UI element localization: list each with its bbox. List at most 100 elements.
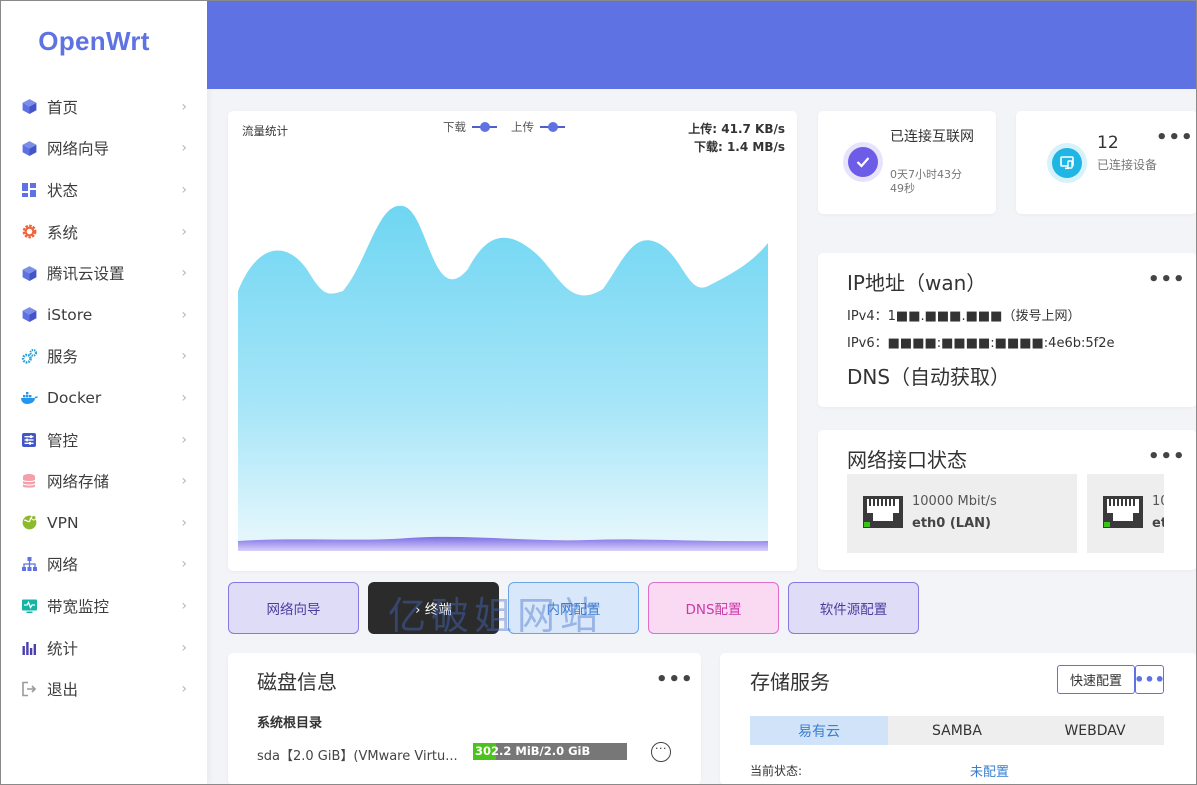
sidebar-item-label: iStore: [47, 305, 93, 324]
sidebar: OpenWrt 首页 › 网络向导 › 状态 › 系统 › 腾讯云设置 › iS…: [1, 1, 207, 784]
gear-icon: [20, 223, 38, 241]
download-area: [238, 205, 768, 551]
sidebar-item-docker[interactable]: Docker ›: [1, 377, 207, 419]
chevron-right-icon: ›: [181, 265, 187, 282]
disk-device-name: sda【2.0 GiB】(VMware Virtu...: [257, 749, 458, 764]
sidebar-item-label: 带宽监控: [47, 597, 110, 616]
ipv4-row: IPv4：1■■.■■■.■■■（拨号上网）: [847, 305, 1080, 324]
traffic-rates: 上传: 41.7 KB/s 下载: 1.4 MB/s: [688, 120, 785, 156]
sidebar-item-services[interactable]: 服务 ›: [1, 336, 207, 378]
status-label: 当前状态:: [750, 764, 803, 778]
traffic-chart: [238, 205, 768, 551]
network-wizard-button[interactable]: 网络向导: [228, 582, 359, 634]
port-speed: 10000 Mbit/s: [912, 494, 997, 509]
ipv4-label: IPv4：: [847, 309, 888, 324]
dns-config-button[interactable]: DNS配置: [648, 582, 779, 634]
sidebar-item-label: 管控: [47, 431, 79, 450]
logout-icon: [20, 680, 38, 698]
sidebar-item-system[interactable]: 系统 ›: [1, 211, 207, 253]
sidebar-item-network[interactable]: 网络 ›: [1, 544, 207, 586]
sidebar-item-bandwidth-monitor[interactable]: 带宽监控 ›: [1, 585, 207, 627]
sidebar-item-logout[interactable]: 退出 ›: [1, 668, 207, 710]
storage-more-button[interactable]: •••: [1134, 665, 1165, 694]
devices-icon: [1052, 148, 1082, 178]
chevron-right-icon: ›: [181, 98, 187, 115]
chevron-right-icon: ›: [181, 597, 187, 614]
sidebar-item-label: 统计: [47, 639, 79, 658]
sidebar-item-label: 网络: [47, 556, 79, 575]
terminal-button[interactable]: › 终端: [368, 582, 499, 634]
storage-tabs: 易有云 SAMBA WEBDAV: [750, 716, 1164, 745]
database-icon: [20, 472, 38, 490]
globe-icon: [20, 514, 38, 532]
sidebar-item-label: 系统: [47, 223, 79, 242]
sidebar-item-label: 腾讯云设置: [47, 265, 125, 284]
cube-icon: [20, 139, 38, 157]
sidebar-item-label: 退出: [47, 681, 79, 700]
lan-config-button[interactable]: 内网配置: [508, 582, 639, 634]
software-source-button[interactable]: 软件源配置: [788, 582, 919, 634]
chevron-right-icon: ›: [181, 556, 187, 573]
sidebar-item-network-wizard[interactable]: 网络向导 ›: [1, 128, 207, 170]
port-name: eth0 (LAN): [912, 516, 991, 531]
download-rate: 下载: 1.4 MB/s: [693, 140, 785, 154]
network-interfaces-card: 网络接口状态 ••• 10000 Mbit/s eth0 (LAN) 10 et: [818, 430, 1197, 570]
more-menu-button[interactable]: •••: [1156, 129, 1194, 147]
more-menu-button[interactable]: •••: [1148, 448, 1186, 466]
uptime-text: 0天7小时43分49秒: [890, 168, 962, 195]
sidebar-item-control[interactable]: 管控 ›: [1, 419, 207, 461]
ip-address-card: IP地址（wan） ••• IPv4：1■■.■■■.■■■（拨号上网） IPv…: [818, 253, 1197, 407]
more-menu-button[interactable]: •••: [1148, 271, 1186, 289]
gears-icon: [20, 347, 38, 365]
status-value-link[interactable]: 未配置: [970, 761, 1009, 780]
sidebar-nav: 首页 › 网络向导 › 状态 › 系统 › 腾讯云设置 › iStore › 服…: [1, 86, 207, 710]
chevron-right-icon: ›: [181, 223, 187, 240]
check-icon: [848, 147, 878, 177]
interfaces-title: 网络接口状态: [847, 448, 967, 472]
grid-icon: [20, 181, 38, 199]
chevron-right-icon: ›: [181, 348, 187, 365]
quick-config-button[interactable]: 快速配置: [1057, 665, 1135, 694]
legend-swatch: [472, 122, 497, 132]
sidebar-item-status[interactable]: 状态 ›: [1, 169, 207, 211]
disk-usage-bar: 302.2 MiB/2.0 GiB: [473, 743, 627, 760]
chevron-right-icon: ›: [181, 181, 187, 198]
sidebar-item-home[interactable]: 首页 ›: [1, 86, 207, 128]
disk-actions-button[interactable]: ···: [651, 742, 671, 762]
chevron-right-icon: ›: [181, 514, 187, 531]
sidebar-item-tencent-cloud[interactable]: 腾讯云设置 ›: [1, 252, 207, 294]
sidebar-item-label: 状态: [47, 181, 79, 200]
sidebar-item-istore[interactable]: iStore ›: [1, 294, 207, 336]
legend-upload-label: 上传: [511, 120, 534, 134]
tab-webdav[interactable]: WEBDAV: [1026, 716, 1164, 745]
devices-card: 12 已连接设备 •••: [1016, 111, 1197, 214]
chevron-right-icon: ›: [181, 639, 187, 656]
sidebar-item-vpn[interactable]: VPN ›: [1, 502, 207, 544]
legend-download[interactable]: 下载: [443, 119, 497, 135]
ethernet-port-icon: [863, 496, 903, 528]
sidebar-item-label: 网络向导: [47, 140, 110, 159]
ethernet-port-icon: [1103, 496, 1143, 528]
upload-rate: 上传: 41.7 KB/s: [688, 122, 785, 136]
legend-upload[interactable]: 上传: [511, 119, 565, 135]
port-eth1[interactable]: 10 et: [1087, 474, 1164, 553]
traffic-title: 流量统计: [242, 124, 288, 138]
tab-samba[interactable]: SAMBA: [888, 716, 1026, 745]
port-eth0[interactable]: 10000 Mbit/s eth0 (LAN): [847, 474, 1077, 553]
disk-usage-text: 302.2 MiB/2.0 GiB: [475, 744, 591, 758]
top-header: [207, 1, 1196, 89]
sidebar-item-label: VPN: [47, 513, 79, 532]
chevron-right-icon: ›: [181, 681, 187, 698]
sidebar-item-statistics[interactable]: 统计 ›: [1, 627, 207, 669]
ipv6-value: ■■■■:■■■■:■■■■:4e6b:5f2e: [887, 336, 1115, 351]
chevron-right-icon: ›: [181, 473, 187, 490]
ip-title: IP地址（wan）: [847, 271, 987, 295]
sidebar-item-network-storage[interactable]: 网络存储 ›: [1, 460, 207, 502]
chevron-right-icon: ›: [181, 389, 187, 406]
monitor-icon: [20, 597, 38, 615]
brand-logo[interactable]: OpenWrt: [1, 1, 207, 81]
tab-yiyouyun[interactable]: 易有云: [750, 716, 888, 745]
more-menu-button[interactable]: •••: [656, 671, 694, 689]
storage-title: 存储服务: [750, 670, 830, 694]
bar-chart-icon: [20, 639, 38, 657]
